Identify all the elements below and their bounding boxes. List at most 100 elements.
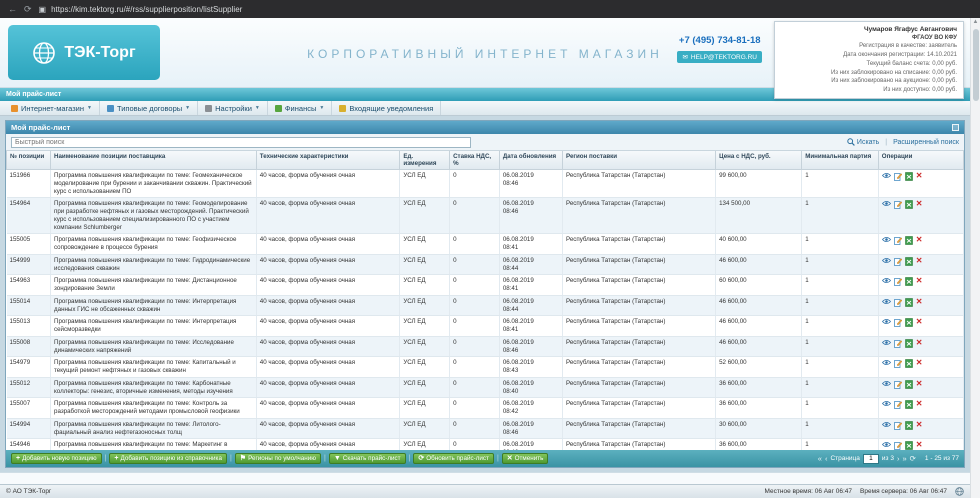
table-row[interactable]: 154999 Программа повышения квалификации …	[7, 254, 964, 275]
column-header-region[interactable]: Регион поставки	[562, 151, 715, 170]
reload-page-icon[interactable]: ⟳	[910, 455, 916, 463]
column-header-tech[interactable]: Технические характеристики	[256, 151, 400, 170]
view-icon[interactable]	[882, 441, 891, 448]
view-icon[interactable]	[882, 257, 891, 264]
edit-icon[interactable]	[894, 277, 902, 286]
menu-item[interactable]: Финансы ▼	[268, 101, 332, 115]
table-row[interactable]: 151966 Программа повышения квалификации …	[7, 170, 964, 198]
delete-icon[interactable]: ✕	[916, 421, 923, 429]
view-icon[interactable]	[882, 400, 891, 407]
edit-icon[interactable]	[894, 200, 902, 209]
view-icon[interactable]	[882, 380, 891, 387]
view-icon[interactable]	[882, 172, 891, 179]
export-icon[interactable]	[905, 339, 913, 348]
prev-page-icon[interactable]: ‹	[825, 455, 828, 463]
panel-collapse-icon[interactable]	[952, 124, 959, 131]
back-icon[interactable]: ←	[8, 5, 17, 14]
export-icon[interactable]	[905, 236, 913, 245]
export-icon[interactable]	[905, 421, 913, 430]
column-header-min-batch[interactable]: Минимальная партия	[802, 151, 879, 170]
export-icon[interactable]	[905, 318, 913, 327]
delete-icon[interactable]: ✕	[916, 359, 923, 367]
scrollbar-thumb[interactable]	[973, 29, 979, 101]
export-icon[interactable]	[905, 200, 913, 209]
view-icon[interactable]	[882, 236, 891, 243]
delete-icon[interactable]: ✕	[916, 380, 923, 388]
edit-icon[interactable]	[894, 339, 902, 348]
delete-icon[interactable]: ✕	[916, 298, 923, 306]
toolbar-button-download[interactable]: ▼Скачать прайс-лист	[329, 453, 406, 464]
scroll-up-icon[interactable]: ▲	[973, 18, 979, 27]
advanced-search-link[interactable]: Расширенный поиск	[893, 139, 959, 146]
menu-item[interactable]: Настройки ▼	[198, 101, 268, 115]
user-info-box[interactable]: Чумаров Ягафус Авгангович ФГАОУ ВО КФУ Р…	[774, 21, 964, 99]
view-icon[interactable]	[882, 339, 891, 346]
table-row[interactable]: 155005 Программа повышения квалификации …	[7, 234, 964, 255]
table-row[interactable]: 155012 Программа повышения квалификации …	[7, 377, 964, 398]
edit-icon[interactable]	[894, 236, 902, 245]
delete-icon[interactable]: ✕	[916, 172, 923, 180]
edit-icon[interactable]	[894, 257, 902, 266]
column-header-unit[interactable]: Ед. измерения	[400, 151, 450, 170]
table-row[interactable]: 155008 Программа повышения квалификации …	[7, 336, 964, 357]
toolbar-button-cancel[interactable]: ✕Отменить	[502, 453, 549, 464]
export-icon[interactable]	[905, 441, 913, 450]
table-row[interactable]: 154964 Программа повышения квалификации …	[7, 198, 964, 234]
menu-item[interactable]: Типовые договоры ▼	[100, 101, 198, 115]
url-bar[interactable]: ▣ https://kim.tektorg.ru/#/rss/supplierp…	[39, 5, 972, 14]
column-header-price[interactable]: Цена с НДС, руб.	[716, 151, 802, 170]
view-icon[interactable]	[882, 359, 891, 366]
table-row[interactable]: 155014 Программа повышения квалификации …	[7, 295, 964, 316]
delete-icon[interactable]: ✕	[916, 400, 923, 408]
page-input[interactable]	[863, 454, 879, 464]
search-button[interactable]: Искать	[847, 138, 879, 146]
export-icon[interactable]	[905, 400, 913, 409]
view-icon[interactable]	[882, 277, 891, 284]
delete-icon[interactable]: ✕	[916, 318, 923, 326]
delete-icon[interactable]: ✕	[916, 441, 923, 449]
table-row[interactable]: 155013 Программа повышения квалификации …	[7, 316, 964, 337]
table-row[interactable]: 154963 Программа повышения квалификации …	[7, 275, 964, 296]
toolbar-button-add[interactable]: +Добавить новую позицию	[11, 453, 102, 464]
toolbar-button-refresh[interactable]: ⟳Обновить прайс-лист	[413, 453, 494, 464]
edit-icon[interactable]	[894, 421, 902, 430]
toolbar-button-add-from-catalog[interactable]: +Добавить позицию из справочника	[109, 453, 227, 464]
edit-icon[interactable]	[894, 400, 902, 409]
toolbar-button-regions[interactable]: ⚑Регионы по умолчанию	[235, 453, 321, 464]
export-icon[interactable]	[905, 172, 913, 181]
next-page-icon[interactable]: ›	[897, 455, 900, 463]
table-row[interactable]: 154946 Программа повышения квалификации …	[7, 439, 964, 450]
column-header-position[interactable]: № позиции	[7, 151, 51, 170]
refresh-icon[interactable]: ⟳	[24, 5, 32, 14]
logo[interactable]: ТЭК-Торг	[8, 25, 160, 80]
edit-icon[interactable]	[894, 172, 902, 181]
delete-icon[interactable]: ✕	[916, 236, 923, 244]
menu-item[interactable]: Интернет-магазин ▼	[4, 101, 100, 115]
column-header-vat[interactable]: Ставка НДС, %	[450, 151, 500, 170]
edit-icon[interactable]	[894, 380, 902, 389]
edit-icon[interactable]	[894, 318, 902, 327]
edit-icon[interactable]	[894, 359, 902, 368]
delete-icon[interactable]: ✕	[916, 339, 923, 347]
search-input[interactable]	[11, 137, 471, 148]
export-icon[interactable]	[905, 380, 913, 389]
edit-icon[interactable]	[894, 298, 902, 307]
column-header-date[interactable]: Дата обновления	[499, 151, 562, 170]
edit-icon[interactable]	[894, 441, 902, 450]
first-page-icon[interactable]: «	[818, 455, 822, 463]
export-icon[interactable]	[905, 359, 913, 368]
export-icon[interactable]	[905, 298, 913, 307]
page-scrollbar[interactable]: ▲	[970, 18, 980, 498]
delete-icon[interactable]: ✕	[916, 277, 923, 285]
table-row[interactable]: 154979 Программа повышения квалификации …	[7, 357, 964, 378]
view-icon[interactable]	[882, 298, 891, 305]
column-header-name[interactable]: Наименование позиции поставщика	[51, 151, 257, 170]
table-row[interactable]: 154994 Программа повышения квалификации …	[7, 418, 964, 439]
delete-icon[interactable]: ✕	[916, 200, 923, 208]
contact-email[interactable]: ✉ HELP@TEKTORG.RU	[677, 51, 762, 63]
last-page-icon[interactable]: »	[902, 455, 906, 463]
export-icon[interactable]	[905, 277, 913, 286]
view-icon[interactable]	[882, 421, 891, 428]
delete-icon[interactable]: ✕	[916, 257, 923, 265]
column-header-operations[interactable]: Операции	[878, 151, 963, 170]
